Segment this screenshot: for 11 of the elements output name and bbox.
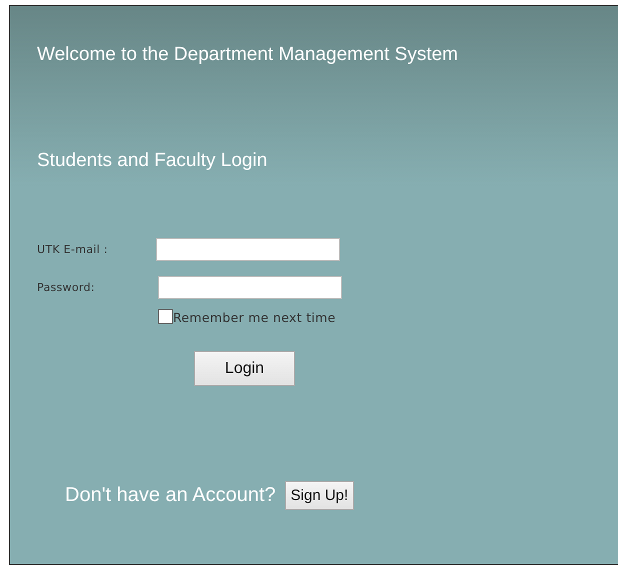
signup-button[interactable]: Sign Up! <box>284 481 354 510</box>
welcome-title: Welcome to the Department Management System <box>37 43 460 67</box>
remember-label: Remember me next time <box>173 311 336 324</box>
email-field[interactable] <box>156 238 340 260</box>
login-button[interactable]: Login <box>194 351 295 386</box>
password-field[interactable] <box>158 276 342 298</box>
signup-prompt: Don't have an Account? <box>65 484 276 507</box>
field-label: Password: <box>37 280 96 294</box>
remember-checkbox[interactable] <box>158 309 173 324</box>
login-heading: Students and Faculty Login <box>37 149 268 173</box>
field-label: UTK E-mail : <box>37 242 109 256</box>
